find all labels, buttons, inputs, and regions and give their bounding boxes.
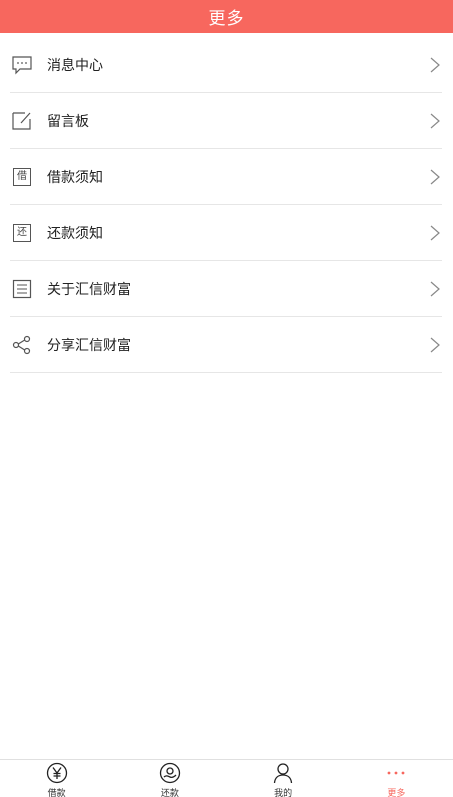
tab-repay[interactable]: 还款 (113, 760, 226, 797)
document-icon (11, 278, 33, 300)
tab-loan[interactable]: 借款 (0, 760, 113, 797)
menu-item-label: 留言板 (47, 113, 89, 130)
menu-item-label: 还款须知 (47, 225, 103, 242)
page-title: 更多 (208, 9, 245, 29)
more-dots-icon (385, 762, 407, 784)
user-icon (272, 762, 294, 784)
edit-icon (11, 110, 33, 132)
tab-mine[interactable]: 我的 (227, 760, 340, 797)
menu-item-message-center[interactable]: 消息中心 (10, 37, 442, 93)
menu-item-label: 消息中心 (47, 57, 103, 74)
menu-item-label: 借款须知 (47, 169, 103, 186)
repay-icon (159, 762, 181, 784)
menu-item-label: 关于汇信财富 (47, 281, 131, 298)
menu-item-about[interactable]: 关于汇信财富 (10, 261, 442, 317)
yen-icon (46, 762, 68, 784)
chevron-right-icon (430, 57, 440, 72)
menu-item-message-board[interactable]: 留言板 (10, 93, 442, 149)
menu-item-label: 分享汇信财富 (47, 337, 131, 354)
app-screen: 更多 消息中心 留言板 借 借款须知 还 还款须知 关于汇信财富 分享汇信财富 … (0, 0, 453, 797)
tab-label: 我的 (274, 789, 293, 797)
chevron-right-icon (430, 337, 440, 352)
loan-notice-glyph: 借 (13, 167, 31, 186)
top-bar: 更多 (0, 0, 453, 33)
share-icon (11, 334, 33, 356)
repay-notice-glyph: 还 (13, 223, 31, 242)
bottom-tab-bar: 借款 还款 我的 更多 (0, 759, 453, 797)
chevron-right-icon (430, 281, 440, 296)
chevron-right-icon (430, 113, 440, 128)
menu-item-loan-notice[interactable]: 借 借款须知 (10, 149, 442, 205)
repay-notice-icon: 还 (11, 222, 33, 244)
menu-item-share[interactable]: 分享汇信财富 (10, 317, 442, 373)
menu-item-repay-notice[interactable]: 还 还款须知 (10, 205, 442, 261)
more-menu-list: 消息中心 留言板 借 借款须知 还 还款须知 关于汇信财富 分享汇信财富 (0, 37, 453, 373)
tab-more[interactable]: 更多 (340, 760, 453, 797)
tab-label: 借款 (47, 789, 66, 797)
chevron-right-icon (430, 169, 440, 184)
chevron-right-icon (430, 225, 440, 240)
message-icon (11, 54, 33, 76)
tab-label: 更多 (387, 789, 406, 797)
tab-label: 还款 (160, 789, 179, 797)
loan-notice-icon: 借 (11, 166, 33, 188)
